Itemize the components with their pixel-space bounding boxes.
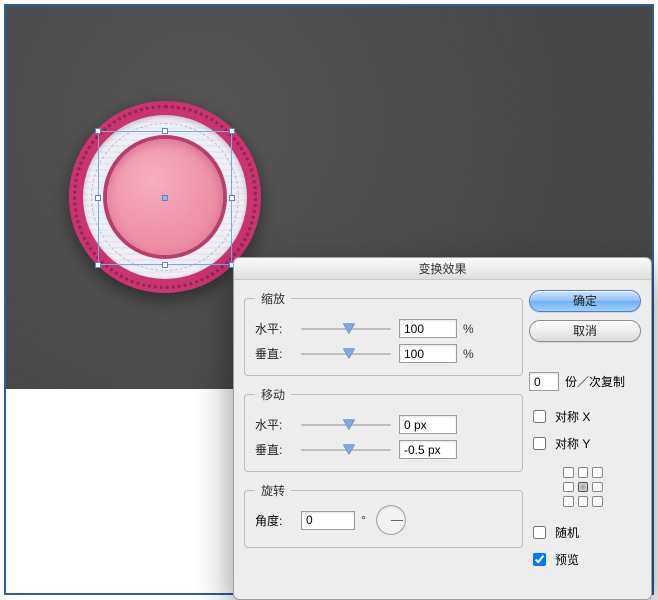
reflect-x-checkbox[interactable]: [533, 410, 546, 423]
handle-bottom-left[interactable]: [95, 262, 101, 268]
dialog-body: 缩放 水平: % 垂直: % 移动 水平:: [244, 290, 523, 589]
copies-label: 份／次复制: [565, 373, 625, 390]
scale-v-slider[interactable]: [301, 347, 391, 361]
move-legend: 移动: [255, 386, 291, 403]
reflect-y-checkbox[interactable]: [533, 437, 546, 450]
angle-input[interactable]: [301, 511, 355, 530]
ok-button[interactable]: 确定: [529, 290, 641, 312]
reference-point-grid[interactable]: [563, 467, 603, 507]
reflect-y-label: 对称 Y: [555, 435, 590, 452]
handle-top-center[interactable]: [162, 128, 168, 134]
selection-bounding-box[interactable]: [98, 131, 232, 265]
preview-checkbox[interactable]: [533, 553, 546, 566]
angle-label: 角度:: [255, 512, 301, 529]
angle-dial[interactable]: [376, 505, 406, 535]
reflect-x-option[interactable]: 对称 X: [529, 407, 641, 426]
scale-v-input[interactable]: [399, 344, 457, 363]
scale-h-slider[interactable]: [301, 322, 391, 336]
handle-mid-left[interactable]: [95, 195, 101, 201]
handle-center[interactable]: [162, 195, 168, 201]
random-checkbox[interactable]: [533, 526, 546, 539]
reflect-y-option[interactable]: 对称 Y: [529, 434, 641, 453]
scale-h-input[interactable]: [399, 319, 457, 338]
scale-v-label: 垂直:: [255, 345, 301, 362]
reference-point-center[interactable]: [578, 482, 589, 493]
move-h-input[interactable]: [399, 415, 457, 434]
transform-effect-dialog: 变换效果 缩放 水平: % 垂直: % 移动: [233, 257, 652, 600]
scale-h-unit: %: [463, 322, 474, 336]
app-frame: 变换效果 缩放 水平: % 垂直: % 移动: [4, 4, 654, 595]
handle-mid-right[interactable]: [229, 195, 235, 201]
cancel-button[interactable]: 取消: [529, 320, 641, 342]
angle-deg: °: [361, 513, 366, 527]
move-h-slider[interactable]: [301, 418, 391, 432]
scale-v-unit: %: [463, 347, 474, 361]
move-v-input[interactable]: [399, 440, 457, 459]
handle-top-left[interactable]: [95, 128, 101, 134]
rotate-legend: 旋转: [255, 482, 291, 499]
scale-legend: 缩放: [255, 290, 291, 307]
dialog-title: 变换效果: [234, 258, 651, 280]
handle-bottom-center[interactable]: [162, 262, 168, 268]
handle-top-right[interactable]: [229, 128, 235, 134]
random-label: 随机: [555, 524, 579, 541]
move-h-label: 水平:: [255, 416, 301, 433]
reflect-x-label: 对称 X: [555, 408, 590, 425]
preview-option[interactable]: 预览: [529, 550, 641, 569]
move-v-label: 垂直:: [255, 441, 301, 458]
random-option[interactable]: 随机: [529, 523, 641, 542]
scale-h-label: 水平:: [255, 320, 301, 337]
move-group: 移动 水平: 垂直:: [244, 386, 523, 472]
rotate-group: 旋转 角度: °: [244, 482, 523, 548]
preview-label: 预览: [555, 551, 579, 568]
copies-input[interactable]: [529, 372, 559, 391]
scale-group: 缩放 水平: % 垂直: %: [244, 290, 523, 376]
move-v-slider[interactable]: [301, 443, 391, 457]
dialog-side: 确定 取消 份／次复制 对称 X 对称 Y: [529, 290, 641, 569]
